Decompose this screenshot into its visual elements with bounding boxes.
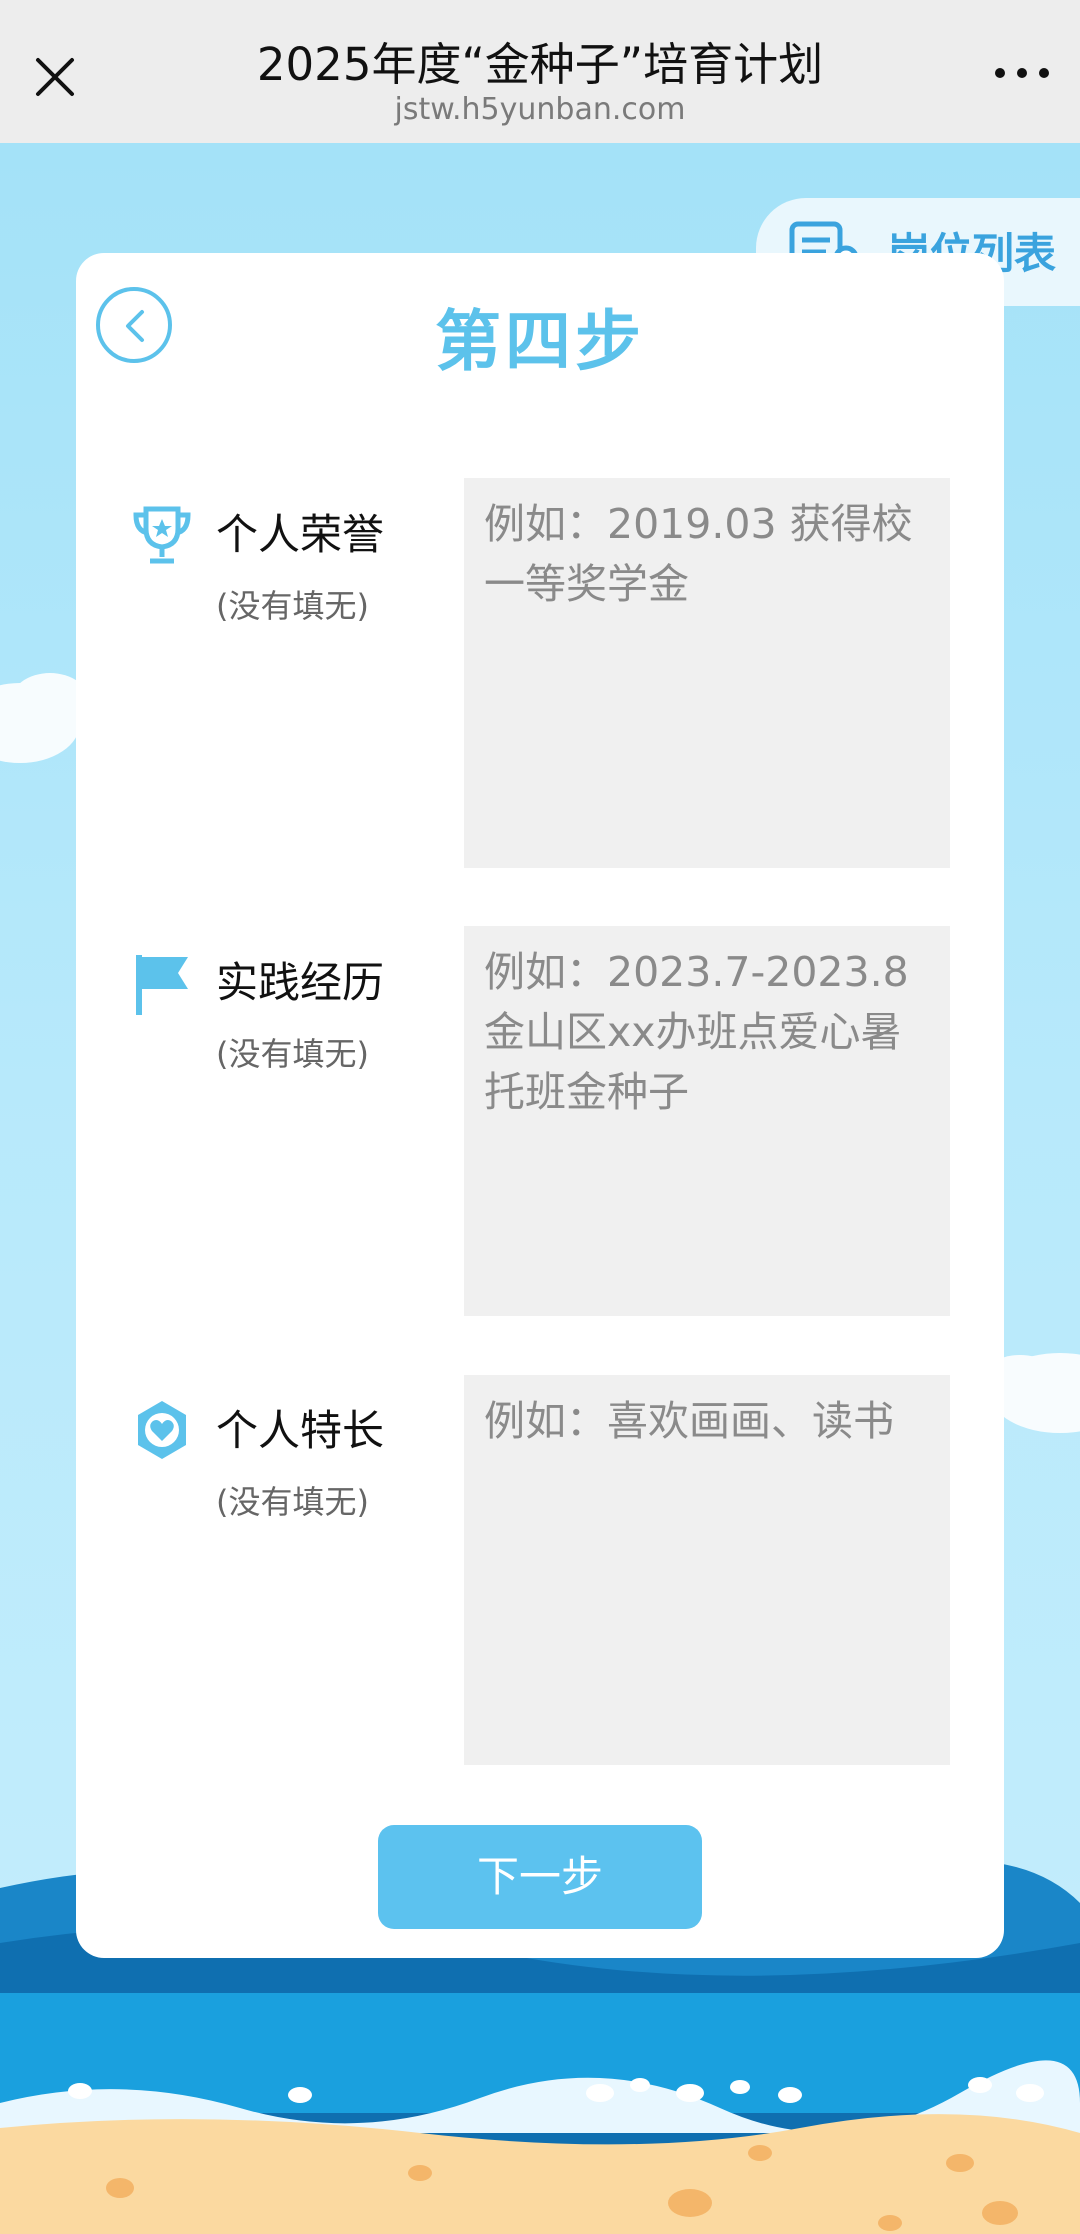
experience-hint: (没有填无): [216, 1035, 369, 1073]
experience-label: 实践经历: [216, 958, 385, 1007]
honors-label: 个人荣誉: [216, 510, 385, 559]
close-icon[interactable]: [30, 52, 80, 102]
more-icon[interactable]: [992, 58, 1052, 88]
browser-topbar: 2025年度“金种子”培育计划 jstw.h5yunban.com: [0, 0, 1080, 143]
specialty-hint: (没有填无): [216, 1483, 369, 1521]
honors-hint: (没有填无): [216, 587, 369, 625]
specialty-label: 个人特长: [216, 1406, 385, 1455]
experience-textarea[interactable]: 例如：2023.7-2023.8 金山区xx办班点爱心暑托班金种子: [464, 926, 950, 1316]
heart-badge-icon: [132, 1399, 192, 1467]
flag-icon: [132, 953, 192, 1021]
page-title: 2025年度“金种子”培育计划: [256, 38, 824, 91]
form-card: 第四步 个人荣誉 (没有填无) 例如：2019.03 获得校一等奖学金 实践经历…: [76, 253, 1004, 1958]
honors-textarea[interactable]: 例如：2019.03 获得校一等奖学金: [464, 478, 950, 868]
page-domain: jstw.h5yunban.com: [394, 92, 686, 127]
step-title: 第四步: [435, 303, 645, 380]
next-step-button[interactable]: 下一步: [378, 1825, 702, 1929]
trophy-icon: [132, 503, 192, 571]
specialty-textarea[interactable]: 例如：喜欢画画、读书: [464, 1375, 950, 1765]
